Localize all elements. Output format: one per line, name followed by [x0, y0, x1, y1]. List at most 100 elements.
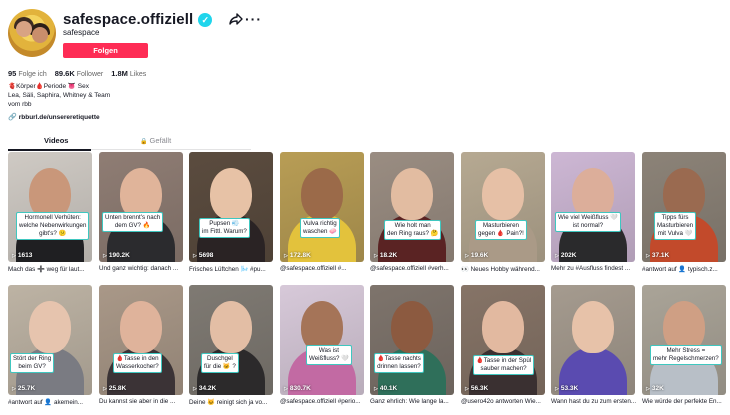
lock-icon: 🔒 [140, 139, 148, 145]
profile-username: safespace.offiziell [63, 11, 194, 28]
thumbnail-face [301, 168, 343, 220]
view-count: ▷ 18.2K [374, 252, 398, 259]
video-thumbnail[interactable]: Unten brennt's nach dem GV? 🔥 ▷ 190.2K [99, 152, 183, 262]
video-description[interactable]: @safespace.offiziell #verh... [370, 265, 456, 272]
video-caption-overlay: Tipps fürs Masturbieren mit Vulva 🤍 [654, 212, 697, 240]
thumbnail-face [391, 301, 433, 353]
video-thumbnail[interactable]: Vulva richtig waschen 🧼 ▷ 172.8K [280, 152, 364, 262]
thumbnail-face [482, 168, 524, 220]
play-icon: ▷ [103, 386, 107, 392]
video-thumbnail[interactable]: Stört der Ring beim GV? ▷ 25.7K [8, 285, 92, 395]
view-count: ▷ 53.3K [555, 385, 579, 392]
view-count: ▷ 34.2K [193, 385, 217, 392]
video-thumbnail[interactable]: Mehr Stress = mehr Regelschmerzen? ▷ 32K [642, 285, 726, 395]
video-description[interactable]: #antwort auf 👤 akemein... [8, 398, 94, 406]
play-icon: ▷ [374, 386, 378, 392]
video-description[interactable]: 👀 Neues Hobby während... [461, 265, 547, 273]
video-thumbnail[interactable]: Wie holt man den Ring raus? 🤔 ▷ 18.2K [370, 152, 454, 262]
video-thumbnail[interactable]: Tipps fürs Masturbieren mit Vulva 🤍 ▷ 37.1… [642, 152, 726, 262]
video-description[interactable]: Du kannst sie aber in die ... [99, 398, 185, 405]
video-description[interactable]: #antwort auf 👤 typisch.z... [642, 265, 728, 273]
bio-line: vom rbb [8, 101, 32, 108]
video-caption-overlay: Wie viel Weißfluss 🤍 ist normal? [555, 212, 621, 232]
profile-avatar [8, 9, 56, 57]
view-count: ▷ 56.3K [465, 385, 489, 392]
share-icon[interactable] [229, 12, 243, 26]
video-thumbnail[interactable]: Hormonell Verhüten: welche Nebenwirkunge… [8, 152, 92, 262]
tab-liked[interactable]: 🔒 Gefällt [140, 136, 171, 145]
video-description[interactable]: Ganz ehrlich: Wie lange la... [370, 398, 456, 405]
profile-username-row: safespace.offiziell ✓ [63, 11, 213, 28]
video-caption-overlay: Stört der Ring beim GV? [10, 353, 55, 373]
video-description[interactable]: Wann hast du zu zum ersten... [551, 398, 637, 405]
view-count: ▷ 25.8K [103, 385, 127, 392]
thumbnail-face [210, 168, 252, 220]
video-description[interactable]: Frisches Lüftchen 🌬️ #pu... [189, 265, 275, 273]
view-count: ▷ 190.2K [103, 252, 130, 259]
view-count: ▷ 5698 [193, 252, 214, 259]
video-caption-overlay: Vulva richtig waschen 🧼 [300, 218, 340, 238]
video-thumbnail[interactable]: 🩸Tasse nachts drinnen lassen? ▷ 40.1K [370, 285, 454, 395]
view-count: ▷ 172.8K [284, 252, 311, 259]
play-icon: ▷ [284, 386, 288, 392]
profile-link[interactable]: 🔗 rbburl.de/unsereretiquette [8, 113, 100, 122]
video-thumbnail[interactable]: 🩸Tasse in den Wasserkocher? ▷ 25.8K [99, 285, 183, 395]
likes-count: 1.8M Likes [111, 69, 147, 78]
thumbnail-face [572, 301, 614, 353]
view-count: ▷ 19.6K [465, 252, 489, 259]
view-count: ▷ 830.7K [284, 385, 311, 392]
video-thumbnail[interactable]: 🩸Tasse in der Spül sauber machen? ▷ 56.3K [461, 285, 545, 395]
play-icon: ▷ [284, 253, 288, 259]
play-icon: ▷ [646, 386, 650, 392]
video-description[interactable]: Wie würde der perfekte En... [642, 398, 728, 405]
more-options-icon[interactable]: ··· [245, 11, 262, 27]
link-icon: 🔗 [8, 114, 17, 121]
profile-stats: 95 Folge ich 89.6K Follower 1.8M Likes [8, 69, 154, 78]
following-count[interactable]: 95 Folge ich [8, 69, 47, 78]
play-icon: ▷ [465, 386, 469, 392]
video-thumbnail[interactable]: ▷ 53.3K [551, 285, 635, 395]
video-caption-overlay: 🩸Tasse in den Wasserkocher? [113, 353, 162, 373]
play-icon: ▷ [12, 253, 16, 259]
video-thumbnail[interactable]: Pupsen 💨 im Fittl. Warum? ▷ 5698 [189, 152, 273, 262]
play-icon: ▷ [555, 253, 559, 259]
video-description[interactable]: Mach das ➕ weg für laut... [8, 265, 94, 273]
video-description[interactable]: Und ganz wichtig: danach ... [99, 265, 185, 272]
follower-count[interactable]: 89.6K Follower [55, 69, 103, 78]
video-thumbnail[interactable]: Was ist Weißfluss? 🤍 ▷ 830.7K [280, 285, 364, 395]
tab-videos[interactable]: Videos [44, 136, 68, 145]
profile-tabs: Videos 🔒 Gefällt [8, 133, 251, 150]
video-caption-overlay: Hormonell Verhüten: welche Nebenwirkunge… [16, 212, 90, 240]
thumbnail-face [210, 301, 252, 353]
profile-link-text[interactable]: rbburl.de/unsereretiquette [19, 114, 100, 121]
thumbnail-face [391, 168, 433, 220]
play-icon: ▷ [193, 386, 197, 392]
play-icon: ▷ [103, 253, 107, 259]
video-description[interactable]: @usero42o antworten Wie... [461, 398, 547, 405]
video-caption-overlay: Masturbieren gegen 🩸 Pain?! [475, 220, 527, 240]
view-count: ▷ 1613 [12, 252, 33, 259]
bio-line: 🫀Körper🩸Periode 👅 Sex [8, 83, 90, 90]
video-caption-overlay: Duschgel für die 🐱 ? [201, 353, 239, 373]
view-count: ▷ 202K [555, 252, 577, 259]
bio-line: Lea, Säli, Saphira, Whitney & Team [8, 92, 111, 99]
play-icon: ▷ [12, 386, 16, 392]
video-thumbnail[interactable]: Wie viel Weißfluss 🤍 ist normal? ▷ 202K [551, 152, 635, 262]
play-icon: ▷ [555, 386, 559, 392]
active-tab-indicator [8, 149, 91, 151]
view-count: ▷ 25.7K [12, 385, 36, 392]
view-count: ▷ 32K [646, 385, 664, 392]
video-description[interactable]: Deine 🐱 reinigt sich ja vo... [189, 398, 275, 406]
profile-nickname: safespace [63, 28, 100, 37]
video-description[interactable]: @safespace.offiziell #perio... [280, 398, 366, 405]
play-icon: ▷ [193, 253, 197, 259]
video-description[interactable]: @safespace.offiziell #... [280, 265, 366, 272]
video-thumbnail[interactable]: Masturbieren gegen 🩸 Pain?! ▷ 19.6K [461, 152, 545, 262]
play-icon: ▷ [465, 253, 469, 259]
thumbnail-face [482, 301, 524, 353]
video-caption-overlay: 🩸Tasse in der Spül sauber machen? [473, 355, 535, 375]
video-description[interactable]: Mehr zu #Ausfluss findest ... [551, 265, 637, 272]
follow-button[interactable]: Folgen [63, 43, 148, 58]
video-caption-overlay: Unten brennt's nach dem GV? 🔥 [102, 212, 164, 232]
video-thumbnail[interactable]: Duschgel für die 🐱 ? ▷ 34.2K [189, 285, 273, 395]
